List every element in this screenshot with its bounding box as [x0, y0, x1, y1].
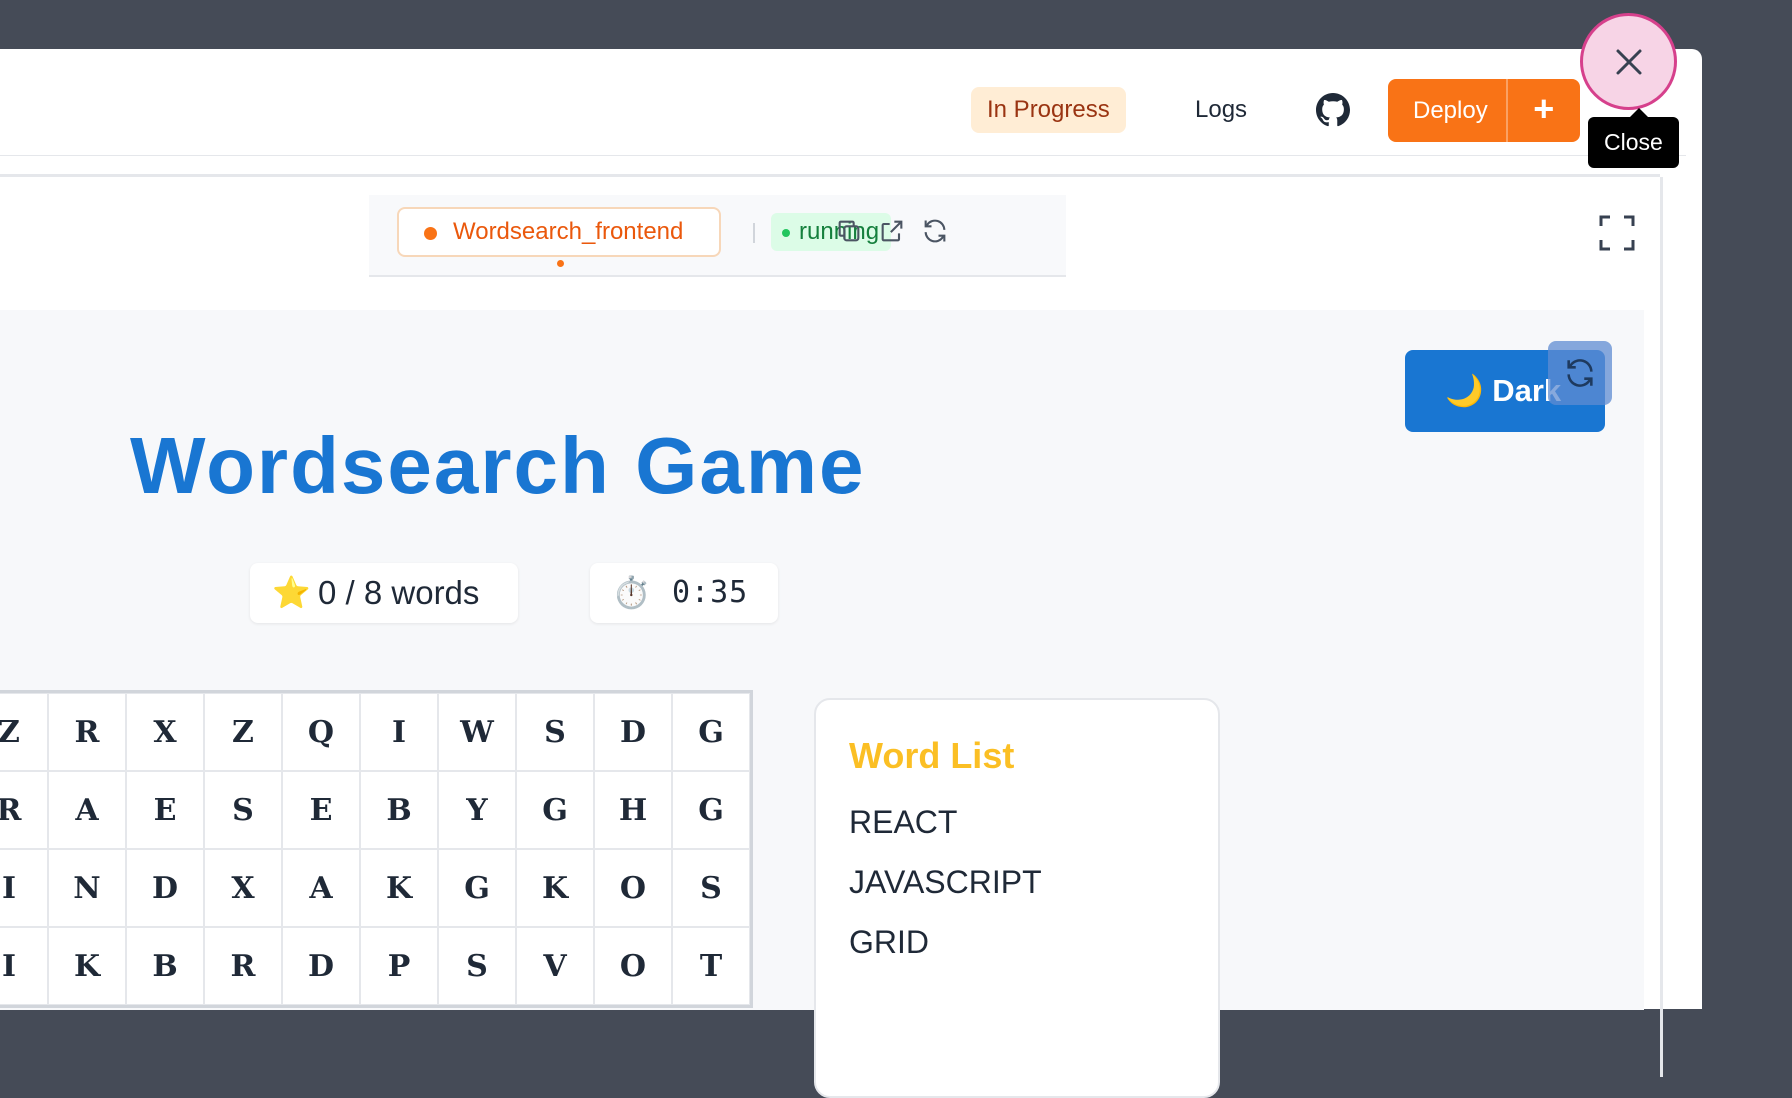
- word-item: REACT: [849, 804, 958, 840]
- refresh-icon[interactable]: [921, 217, 949, 245]
- logs-button[interactable]: Logs: [1195, 87, 1247, 133]
- grid-cell[interactable]: G: [438, 849, 516, 927]
- grid-cell[interactable]: S: [516, 693, 594, 771]
- grid-cell[interactable]: G: [516, 771, 594, 849]
- grid-cell[interactable]: B: [360, 771, 438, 849]
- grid-cell[interactable]: H: [594, 771, 672, 849]
- external-link-icon[interactable]: [878, 217, 906, 245]
- grid-cell[interactable]: A: [48, 771, 126, 849]
- dark-mode-label: 🌙 Dark: [1445, 373, 1562, 408]
- grid-cell[interactable]: I: [360, 693, 438, 771]
- grid-cell[interactable]: Z: [0, 693, 48, 771]
- grid-cell[interactable]: O: [594, 927, 672, 1005]
- word-item: GRID: [849, 924, 929, 960]
- grid-cell[interactable]: V: [516, 927, 594, 1005]
- timer-value: 0:35: [672, 575, 749, 610]
- service-name: Wordsearch_frontend: [453, 218, 684, 245]
- copy-icon[interactable]: [835, 217, 863, 245]
- word-list-title: Word List: [849, 735, 1015, 776]
- grid-cell[interactable]: R: [48, 693, 126, 771]
- deploy-button-group: Deploy +: [1388, 79, 1580, 142]
- grid-cell[interactable]: O: [594, 849, 672, 927]
- letter-grid: ZRXZQIWSDGRAESEBYGHGINDXAKGKOSIKBRDPSVOT: [0, 690, 753, 1008]
- grid-cell[interactable]: P: [360, 927, 438, 1005]
- grid-cell[interactable]: E: [282, 771, 360, 849]
- grid-cell[interactable]: S: [672, 849, 750, 927]
- grid-cell[interactable]: G: [672, 771, 750, 849]
- grid-cell[interactable]: X: [126, 693, 204, 771]
- grid-cell[interactable]: I: [0, 849, 48, 927]
- status-badge: In Progress: [971, 87, 1126, 133]
- grid-cell[interactable]: S: [438, 927, 516, 1005]
- refresh-icon: [1567, 359, 1593, 387]
- grid-cell[interactable]: K: [48, 927, 126, 1005]
- top-bar: In Progress Logs Deploy +: [0, 49, 1686, 156]
- grid-cell[interactable]: E: [126, 771, 204, 849]
- refresh-floating-button[interactable]: [1548, 341, 1612, 405]
- grid-cell[interactable]: Q: [282, 693, 360, 771]
- timer-card: ⏱️ 0:35: [590, 563, 778, 623]
- deploy-button[interactable]: Deploy: [1388, 79, 1508, 142]
- status-dot: [424, 227, 437, 240]
- github-icon[interactable]: [1316, 93, 1350, 127]
- service-tab[interactable]: Wordsearch_frontend: [397, 207, 721, 267]
- grid-cell[interactable]: I: [0, 927, 48, 1005]
- separator: [753, 223, 755, 243]
- grid-cell[interactable]: D: [282, 927, 360, 1005]
- grid-cell[interactable]: K: [516, 849, 594, 927]
- stopwatch-icon: ⏱️: [612, 575, 651, 610]
- add-button[interactable]: +: [1507, 79, 1580, 142]
- fullscreen-icon[interactable]: [1597, 213, 1637, 253]
- preview-toolbar: Wordsearch_frontend running: [369, 195, 1066, 277]
- active-indicator: [557, 260, 564, 267]
- grid-cell[interactable]: K: [360, 849, 438, 927]
- grid-cell[interactable]: T: [672, 927, 750, 1005]
- grid-cell[interactable]: Y: [438, 771, 516, 849]
- star-icon: ⭐: [272, 575, 311, 610]
- grid-cell[interactable]: R: [204, 927, 282, 1005]
- word-list-panel: Word List REACT JAVASCRIPT GRID: [814, 698, 1220, 1098]
- grid-cell[interactable]: W: [438, 693, 516, 771]
- close-button[interactable]: [1580, 13, 1677, 110]
- grid-cell[interactable]: X: [204, 849, 282, 927]
- grid-cell[interactable]: N: [48, 849, 126, 927]
- close-tooltip: Close: [1588, 108, 1679, 168]
- score-card: ⭐ 0 / 8 words: [250, 563, 518, 623]
- grid-cell[interactable]: Z: [204, 693, 282, 771]
- grid-cell[interactable]: D: [126, 849, 204, 927]
- page-title: Wordsearch Game: [130, 421, 866, 510]
- close-icon: [1616, 49, 1641, 74]
- word-item: JAVASCRIPT: [849, 864, 1042, 900]
- grid-cell[interactable]: S: [204, 771, 282, 849]
- grid-cell[interactable]: A: [282, 849, 360, 927]
- grid-cell[interactable]: R: [0, 771, 48, 849]
- grid-cell[interactable]: D: [594, 693, 672, 771]
- score-value: 0 / 8 words: [318, 574, 480, 611]
- grid-cell[interactable]: G: [672, 693, 750, 771]
- running-badge: running: [771, 213, 892, 251]
- grid-cell[interactable]: B: [126, 927, 204, 1005]
- app-preview: 🌙 Dark Wordsearch Game ⭐ 0 / 8 words ⏱️ …: [0, 310, 1644, 1098]
